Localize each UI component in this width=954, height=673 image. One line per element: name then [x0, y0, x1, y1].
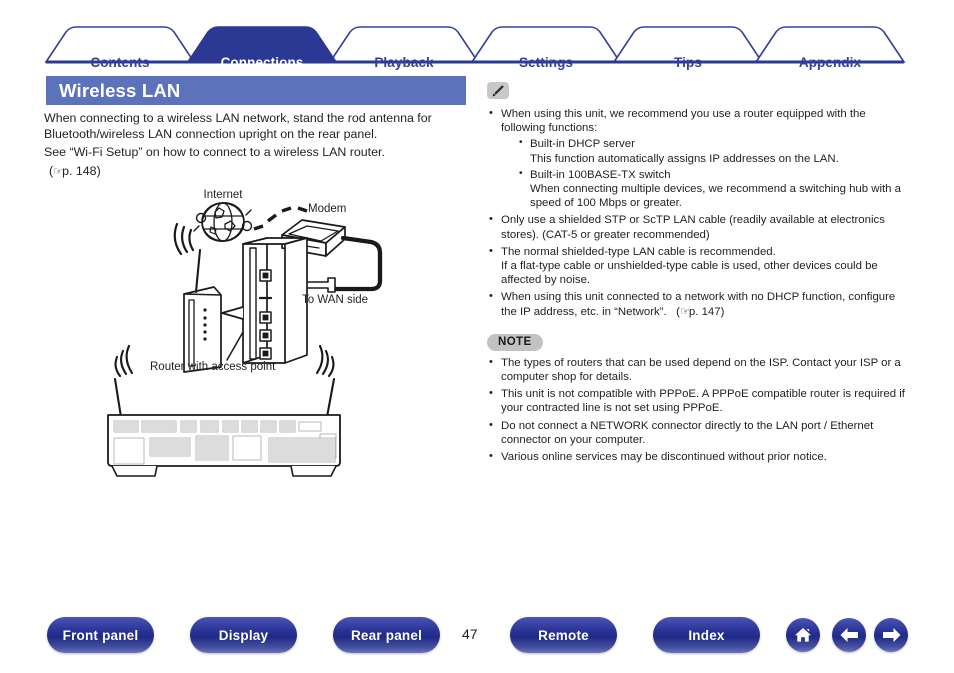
remote-label: Remote: [538, 627, 589, 643]
tip-sub-desc: When connecting multiple devices, we rec…: [530, 183, 902, 210]
note-item: Various online services may be discontin…: [487, 449, 912, 464]
tip-item-text: When using this unit, we recommend you u…: [501, 108, 866, 135]
tip-item: Only use a shielded STP or ScTP LAN cabl…: [487, 212, 912, 241]
wan-cable: [330, 235, 383, 292]
tip-item: When using this unit, we recommend you u…: [487, 106, 912, 211]
note-block: NOTE The types of routers that can be us…: [487, 332, 912, 464]
home-icon: [795, 628, 811, 642]
display-label: Display: [218, 627, 269, 643]
index-button[interactable]: Index: [653, 617, 760, 653]
tab-appendix[interactable]: Appendix: [756, 55, 904, 70]
page-title-banner: Wireless LAN: [46, 76, 466, 105]
network-switch-illustration: [221, 237, 308, 364]
tab-settings[interactable]: Settings: [472, 55, 620, 70]
diagram-label-modem: Modem: [308, 203, 346, 215]
rear-panel-button[interactable]: Rear panel: [333, 617, 440, 653]
tab-connections[interactable]: Connections: [188, 55, 336, 70]
note-item: Do not connect a NETWORK connector direc…: [487, 418, 912, 447]
pointing-hand-icon: ☞: [679, 304, 690, 318]
tip-sub-title: Built-in 100BASE-TX switch: [530, 168, 671, 181]
rear-panel-label: Rear panel: [350, 627, 423, 643]
tip-sub-item: Built-in DHCP server This function autom…: [517, 136, 912, 165]
pencil-icon: [487, 82, 509, 99]
internet-globe-icon: [193, 202, 253, 242]
intro-paragraph-2: See “Wi-Fi Setup” on how to connect to a…: [44, 145, 385, 159]
network-connection-diagram: Internet Modem To WAN side Router with a…: [95, 182, 395, 482]
tip-item-reference[interactable]: (☞ p. 147): [670, 304, 724, 318]
page-number: 47: [462, 626, 478, 642]
left-content-column: When connecting to a wireless LAN networ…: [44, 111, 474, 179]
front-panel-button[interactable]: Front panel: [47, 617, 154, 653]
footer-navigation: Front panel Display Rear panel 47 Remote…: [0, 617, 954, 657]
wireless-router-illustration: [173, 222, 222, 373]
tip-list: When using this unit, we recommend you u…: [487, 106, 912, 319]
remote-button[interactable]: Remote: [510, 617, 617, 653]
diagram-label-wan: To WAN side: [302, 294, 368, 306]
arrow-right-icon: [882, 628, 900, 642]
reference-page[interactable]: p. 148: [62, 164, 96, 178]
home-button[interactable]: [786, 618, 820, 652]
tip-sub-title: Built-in DHCP server: [530, 138, 635, 151]
front-panel-label: Front panel: [62, 627, 139, 643]
tab-tips[interactable]: Tips: [614, 55, 762, 70]
page-title: Wireless LAN: [59, 80, 181, 101]
intro-paragraph-1: When connecting to a wireless LAN networ…: [44, 111, 432, 141]
tip-item: The normal shielded-type LAN cable is re…: [487, 244, 912, 288]
index-label: Index: [688, 627, 725, 643]
tip-sub-desc: This function automatically assigns IP a…: [530, 152, 839, 165]
top-navigation-tabs: Contents Connections Playback Settings T…: [0, 22, 954, 70]
note-list: The types of routers that can be used de…: [487, 355, 912, 464]
reference-close-paren: ): [96, 163, 101, 178]
tip-sublist: Built-in DHCP server This function autom…: [501, 136, 912, 211]
diagram-label-router: Router with access point: [150, 361, 276, 373]
tab-contents[interactable]: Contents: [46, 55, 194, 70]
tip-sub-item: Built-in 100BASE-TX switch When connecti…: [517, 167, 912, 211]
note-item: This unit is not compatible with PPPoE. …: [487, 386, 912, 415]
display-button[interactable]: Display: [190, 617, 297, 653]
tip-item-extra: If a flat-type cable or unshielded-type …: [501, 260, 878, 287]
right-content-column: When using this unit, we recommend you u…: [487, 82, 912, 467]
arrow-left-icon: [840, 628, 858, 642]
diagram-label-internet: Internet: [204, 189, 244, 201]
tip-block: When using this unit, we recommend you u…: [487, 82, 912, 319]
tip-item-text: The normal shielded-type LAN cable is re…: [501, 245, 776, 258]
note-badge: NOTE: [487, 333, 543, 351]
forward-button[interactable]: [874, 618, 908, 652]
tip-reference-page: p. 147: [688, 305, 721, 318]
tip-item: When using this unit connected to a netw…: [487, 289, 912, 318]
pointing-hand-icon: ☞: [53, 164, 63, 178]
note-item: The types of routers that can be used de…: [487, 355, 912, 384]
tip-item-text: Only use a shielded STP or ScTP LAN cabl…: [501, 214, 885, 241]
intro-reference: (☞ p. 148): [44, 164, 474, 180]
back-button[interactable]: [832, 618, 866, 652]
tab-playback[interactable]: Playback: [330, 55, 478, 70]
